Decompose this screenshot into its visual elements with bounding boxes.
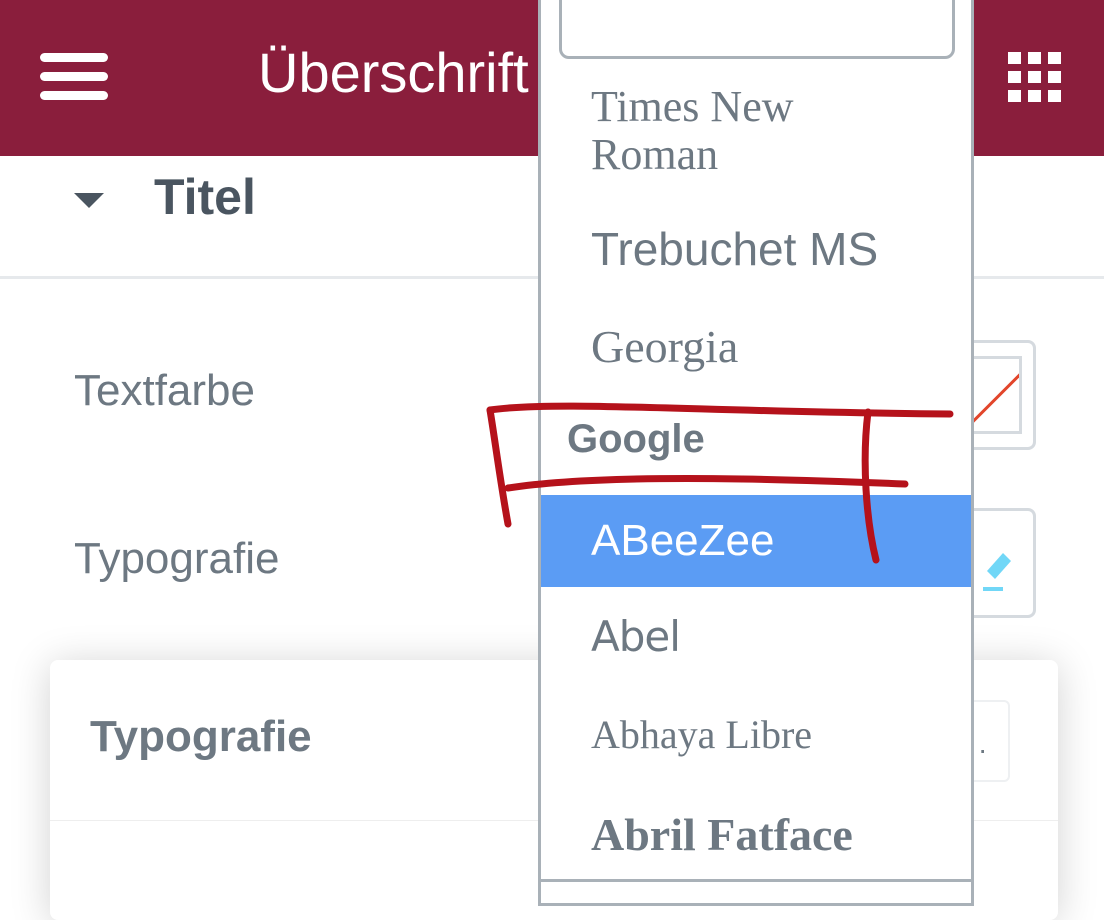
typography-label: Typografie	[74, 534, 280, 583]
font-family-dropdown[interactable]: Times New Roman Trebuchet MS Georgia Goo…	[538, 0, 974, 906]
option-label: Abhaya Libre	[591, 712, 813, 757]
text-color-label: Textfarbe	[74, 366, 255, 415]
font-option-abril-fatface[interactable]: Abril Fatface	[541, 805, 971, 865]
option-label: Trebuchet MS	[591, 223, 879, 275]
typography-popup-title: Typografie	[90, 712, 312, 761]
option-label: Times New Roman	[591, 82, 794, 179]
font-option-abel[interactable]: Abel	[541, 607, 971, 667]
font-group-google: Google	[567, 417, 705, 461]
section-title: Titel	[154, 169, 256, 225]
option-label: Georgia	[591, 321, 739, 372]
font-option-abeezee[interactable]: ABeeZee	[541, 495, 971, 587]
option-label: Abril Fatface	[591, 809, 853, 860]
option-label: Abel	[591, 612, 681, 661]
dropdown-bottom-divider	[541, 879, 971, 882]
caret-down-icon	[74, 193, 104, 208]
hamburger-menu-icon[interactable]	[40, 53, 108, 101]
font-search-input[interactable]	[559, 0, 955, 59]
grid-icon[interactable]	[1008, 52, 1062, 102]
option-label: ABeeZee	[591, 516, 775, 565]
dot-icon: ·	[978, 734, 988, 765]
font-option-times-new-roman[interactable]: Times New Roman	[541, 82, 971, 183]
font-option-georgia[interactable]: Georgia	[541, 317, 971, 377]
hamburger-line	[40, 53, 108, 62]
hamburger-line	[40, 91, 108, 100]
page-title: Überschrift	[258, 41, 529, 104]
font-option-abhaya-libre[interactable]: Abhaya Libre	[541, 705, 971, 765]
hamburger-line	[40, 72, 108, 81]
font-option-trebuchet-ms[interactable]: Trebuchet MS	[541, 219, 971, 279]
pencil-icon	[983, 553, 1011, 591]
